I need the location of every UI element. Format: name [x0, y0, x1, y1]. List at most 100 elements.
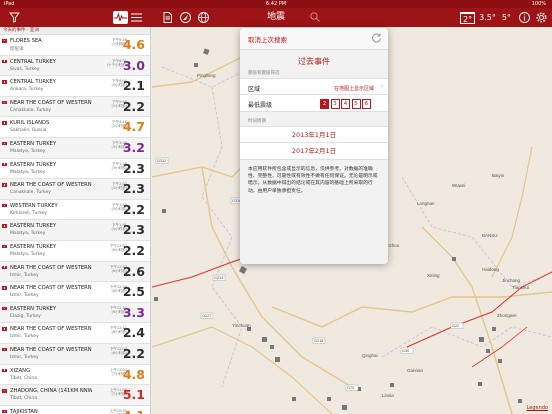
event-row[interactable]: NEAR THE COAST OF WESTERN T... Izmir, Tur… — [0, 261, 150, 283]
filter-icon[interactable] — [8, 11, 21, 24]
map-place-label: Haidong — [482, 267, 499, 272]
event-row[interactable]: WESTERN TURKEY Kirklareli, Turkey 下午1:40 (5… — [0, 199, 150, 221]
event-region: Ankara, Turkey — [10, 87, 44, 93]
event-row[interactable]: EASTERN TURKEY Malatya, Turkey 下午1:51 (5小时前… — [0, 220, 150, 241]
event-magnitude: 2.3 — [122, 160, 145, 176]
event-region: Malatya, Turkey — [10, 148, 46, 154]
seismograph-icon[interactable] — [113, 11, 128, 24]
date-from[interactable]: 2013年1月1日 — [240, 126, 388, 143]
min-magnitude-option[interactable]: 5 — [351, 98, 361, 109]
event-region: Izmir, Turkey — [10, 293, 39, 299]
map-place-label: Jinchang — [502, 278, 521, 283]
event-region: Kirklareli, Turkey — [10, 210, 48, 216]
event-row[interactable]: NEAR THE COAST OF WESTERN T... Canakkale,… — [0, 179, 150, 200]
event-place: NEAR THE COAST OF WESTERN T... — [10, 285, 92, 292]
road-number: G215 — [314, 339, 323, 343]
map-place-label: Xining — [427, 273, 440, 278]
event-list: FLORES SEA 印尼洋 下午6:46 (1分钟前) 4.6 CENTRAL TURK… — [0, 35, 150, 414]
event-region: Tibet, China — [10, 396, 37, 402]
min-magnitude-selector[interactable]: 23456 — [320, 98, 371, 109]
event-row[interactable]: NEAR THE COAST OF WESTERN T... Izmir, Tur… — [0, 323, 150, 344]
map-place-label: Yinchuan — [232, 323, 251, 328]
flag-icon — [2, 203, 7, 208]
flag-icon — [2, 368, 7, 372]
navigation-icon[interactable] — [179, 11, 192, 24]
magnitude-selector[interactable]: 2° 3.5° 5° — [460, 11, 513, 24]
flag-icon — [2, 121, 7, 125]
event-place: EASTERN TURKEY — [10, 223, 57, 230]
info-icon[interactable] — [518, 11, 531, 24]
min-magnitude-option[interactable]: 4 — [341, 98, 350, 109]
clock: 6:42 PM — [265, 1, 287, 7]
event-place: FLORES SEA — [10, 38, 42, 44]
event-row[interactable]: EASTERN TURKEY Malatya, Turkey 下午3:28 (3小时前… — [0, 158, 150, 180]
event-magnitude: 2.5 — [122, 284, 145, 300]
document-icon[interactable] — [161, 11, 174, 24]
event-row[interactable]: XIZANG Tibet, China 上午11:07 (7小时前) 4.8 — [0, 364, 150, 386]
event-row[interactable]: CENTRAL TURKEY Sivas, Turkey 下午6:31 (十个小时前)… — [0, 55, 150, 77]
event-magnitude: 2.4 — [122, 325, 145, 341]
cancel-last-search-button[interactable]: 取消上次搜索 — [248, 34, 287, 44]
event-row[interactable]: EASTERN TURKEY Elazig, Turkey 下午12:21 (6小时前… — [0, 302, 150, 324]
event-row[interactable]: EASTERN TURKEY Malatya, Turkey 下午3:26 (3小时前… — [0, 137, 150, 159]
settings-icon[interactable] — [535, 11, 548, 24]
event-row[interactable]: TAJIKISTANRasht, Kyrgyzstan上午10:50(7小时前)… — [0, 405, 150, 414]
event-magnitude: 2.2 — [122, 201, 145, 217]
date-to[interactable]: 2017年2月1日 — [240, 143, 388, 160]
road-shield: G213 — [212, 274, 226, 281]
section-label-filter: 震级和震级筛选 — [248, 71, 280, 76]
search-icon[interactable] — [308, 10, 321, 23]
min-magnitude-option[interactable]: 3 — [330, 98, 340, 109]
flag-icon — [2, 162, 7, 167]
event-place: NEAR THE COAST OF WESTERN T... — [10, 264, 92, 271]
popover-title: 过去事件 — [298, 57, 330, 66]
popover-header: 取消上次搜索 — [240, 28, 388, 50]
min-magnitude-option[interactable]: 2 — [320, 98, 329, 109]
min-magnitude-row: 最低震级 23456 — [240, 95, 388, 112]
event-place: NEAR THE COAST OF WESTERN T... — [10, 326, 92, 333]
refresh-icon[interactable] — [371, 32, 382, 46]
event-magnitude: 3.3 — [122, 304, 145, 320]
event-magnitude: 2.3 — [122, 222, 145, 238]
event-place: EASTERN TURKEY — [10, 140, 57, 147]
map-place-label: BANSU — [482, 233, 498, 238]
flag-icon — [2, 59, 7, 64]
road-number: G213 — [214, 276, 223, 280]
list-icon[interactable] — [130, 11, 143, 24]
event-magnitude: 2.1 — [122, 78, 145, 94]
map-place-label: Linxia — [382, 393, 394, 398]
event-region: Canakkale, Turkey — [10, 190, 51, 196]
magnitude-option-5[interactable]: 5° — [500, 12, 513, 24]
road-shield: G22 — [450, 322, 464, 329]
flag-icon — [2, 183, 7, 187]
event-list-header: 今天的事件 - 亚洲 — [0, 27, 150, 35]
map-place-label: Gannan — [407, 368, 424, 373]
event-row[interactable]: ZHADONG, CHINA (141KM NNW) Tibet, China 上午… — [0, 385, 150, 406]
event-row[interactable]: NEAR THE COAST OF WESTERN T... Izmir, Tur… — [0, 343, 150, 365]
magnitude-option-2[interactable]: 2° — [460, 11, 476, 24]
event-row[interactable]: NEAR THE COAST OF WESTERN T... Izmir, Tur… — [0, 282, 150, 303]
road-shield: G70 — [345, 384, 359, 391]
map-legend-link[interactable]: Legendo — [527, 405, 548, 411]
event-row[interactable]: KURIL ISLANDS Sakhalin, Russia 下午4:18 (2小时前… — [0, 117, 150, 138]
region-row[interactable]: 区域 在地图上显示区域 › — [240, 78, 388, 95]
flag-icon — [2, 286, 7, 290]
map-place-label: Pingliang — [197, 73, 216, 78]
event-region: Elazig, Turkey — [10, 313, 41, 319]
event-region: Canakkale, Turkey — [10, 107, 51, 113]
event-place: EASTERN TURKEY — [10, 243, 57, 250]
event-region: 印尼洋 — [10, 47, 24, 52]
event-row[interactable]: NEAR THE COAST OF WESTERN T... Canakkale,… — [0, 96, 150, 118]
event-magnitude: 2.3 — [122, 181, 145, 197]
event-row[interactable]: FLORES SEA 印尼洋 下午6:46 (1分钟前) 4.6 — [0, 35, 150, 56]
disclaimer-text: 本应用软件所包含或显示的信息，仅供参考。对数据的准确性、完整性、可靠性或有效性不… — [248, 167, 378, 194]
magnitude-option-3-5[interactable]: 3.5° — [477, 12, 498, 24]
event-row[interactable]: CENTRAL TURKEY Ankara, Turkey 下午6:00 (0小时前)… — [0, 76, 150, 97]
map-place-label: Tianshui — [512, 285, 529, 290]
min-magnitude-option[interactable]: 6 — [362, 98, 371, 109]
event-place: CENTRAL TURKEY — [10, 79, 56, 86]
flag-icon — [2, 80, 7, 84]
road-number: G22 — [452, 324, 459, 328]
globe-icon[interactable] — [197, 11, 210, 24]
event-row[interactable]: EASTERN TURKEY Malatya, Turkey 下午12:57 (6小时… — [0, 240, 150, 262]
